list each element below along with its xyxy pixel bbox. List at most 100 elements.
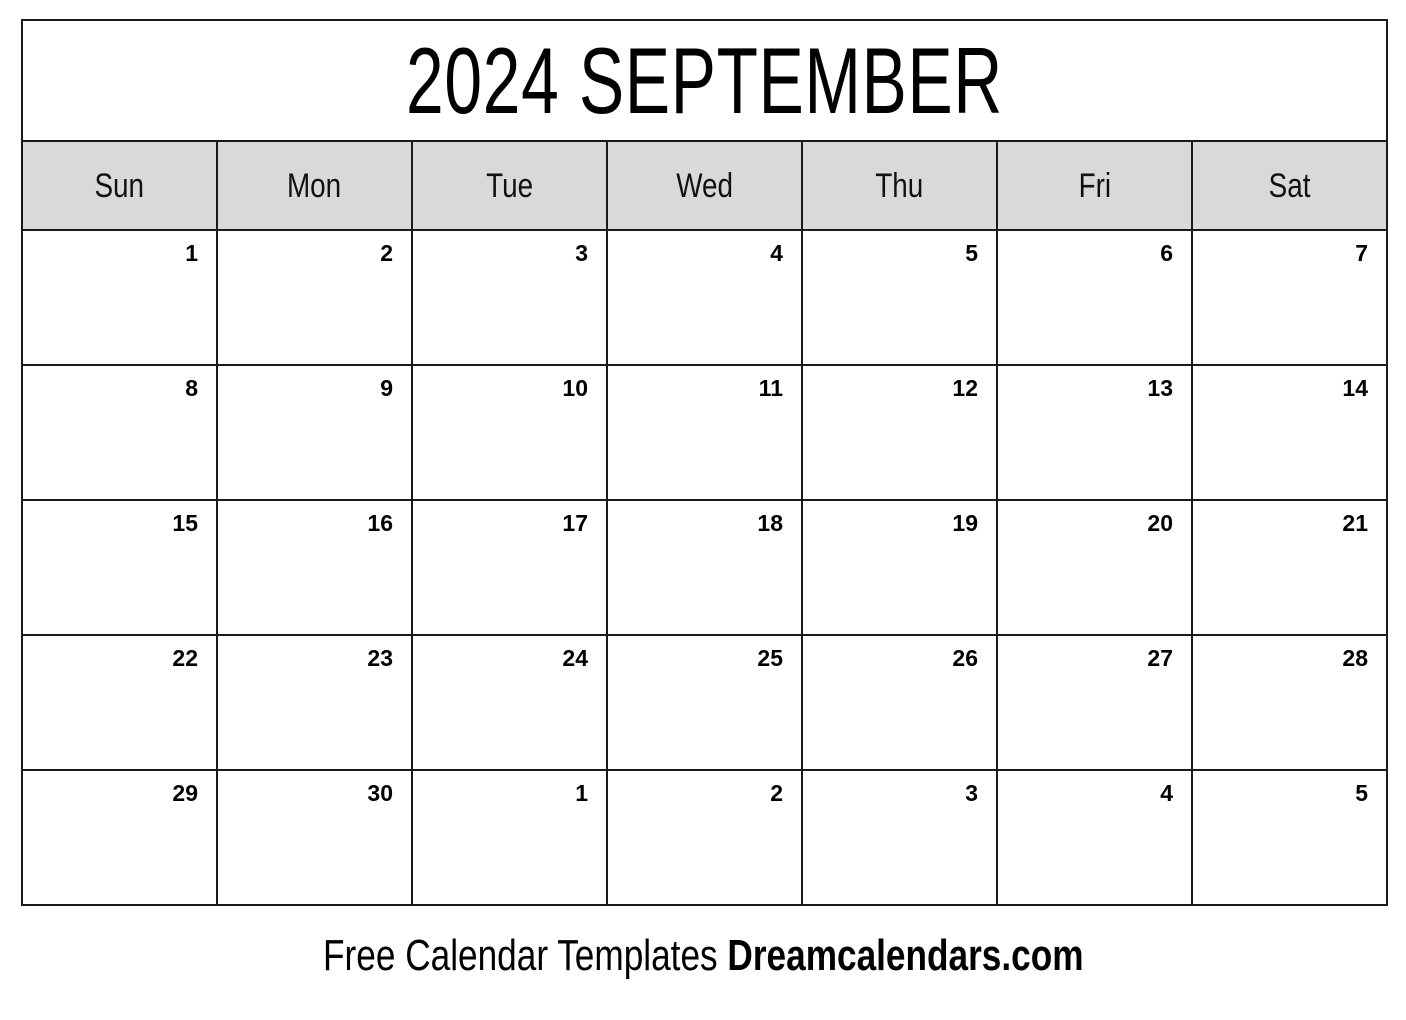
day-cell[interactable]: 5 — [801, 229, 998, 366]
day-cell[interactable]: 12 — [801, 364, 998, 501]
weekday-header-fri: Fri — [996, 140, 1193, 231]
calendar-week-row: 8 9 10 11 12 13 14 — [21, 364, 1388, 501]
footer-space — [717, 931, 727, 980]
weekday-label-fri: Fri — [1078, 166, 1111, 205]
day-cell[interactable]: 22 — [21, 634, 218, 771]
weekday-header-mon: Mon — [216, 140, 413, 231]
day-cell[interactable]: 3 — [801, 769, 998, 906]
day-cell[interactable]: 9 — [216, 364, 413, 501]
day-cell[interactable]: 10 — [411, 364, 608, 501]
day-cell[interactable]: 1 — [411, 769, 608, 906]
weekday-header-thu: Thu — [801, 140, 998, 231]
day-number: 7 — [1355, 240, 1368, 266]
day-number: 17 — [562, 510, 588, 536]
weekday-header-sun: Sun — [21, 140, 218, 231]
day-cell[interactable]: 29 — [21, 769, 218, 906]
day-cell[interactable]: 18 — [606, 499, 803, 636]
weekday-label-thu: Thu — [875, 166, 924, 205]
day-number: 11 — [758, 375, 783, 401]
day-cell[interactable]: 16 — [216, 499, 413, 636]
day-cell[interactable]: 3 — [411, 229, 608, 366]
day-cell[interactable]: 8 — [21, 364, 218, 501]
day-number: 3 — [575, 240, 588, 266]
day-number: 14 — [1342, 375, 1368, 401]
day-number: 5 — [1355, 780, 1368, 806]
calendar-container: 2024 SEPTEMBER Sun Mon Tue Wed Thu Fri S… — [21, 19, 1388, 906]
day-cell[interactable]: 27 — [996, 634, 1193, 771]
day-number: 2 — [380, 240, 393, 266]
day-cell[interactable]: 1 — [21, 229, 218, 366]
day-number: 12 — [952, 375, 978, 401]
footer-tagline: Free Calendar Templates — [322, 931, 718, 980]
weekday-label-sun: Sun — [94, 166, 145, 205]
weekday-label-sat: Sat — [1268, 166, 1311, 205]
calendar-table: 2024 SEPTEMBER Sun Mon Tue Wed Thu Fri S… — [21, 19, 1388, 906]
weekday-label-mon: Mon — [287, 166, 342, 205]
day-number: 10 — [562, 375, 588, 401]
calendar-week-row: 29 30 1 2 3 4 5 — [21, 769, 1388, 906]
footer-line: Free Calendar Templates Dreamcalendars.c… — [322, 931, 1084, 980]
day-number: 30 — [367, 780, 393, 806]
day-number: 22 — [172, 645, 198, 671]
day-number: 24 — [562, 645, 588, 671]
calendar-body: 2024 SEPTEMBER Sun Mon Tue Wed Thu Fri S… — [21, 19, 1388, 906]
day-cell[interactable]: 11 — [606, 364, 803, 501]
day-cell[interactable]: 28 — [1191, 634, 1388, 771]
calendar-title-row: 2024 SEPTEMBER — [21, 19, 1388, 142]
day-cell[interactable]: 19 — [801, 499, 998, 636]
day-cell[interactable]: 7 — [1191, 229, 1388, 366]
day-number: 23 — [367, 645, 393, 671]
calendar-week-row: 22 23 24 25 26 27 28 — [21, 634, 1388, 771]
day-cell[interactable]: 26 — [801, 634, 998, 771]
day-number: 19 — [952, 510, 978, 536]
day-cell[interactable]: 15 — [21, 499, 218, 636]
day-cell[interactable]: 20 — [996, 499, 1193, 636]
day-cell[interactable]: 23 — [216, 634, 413, 771]
calendar-week-row: 15 16 17 18 19 20 21 — [21, 499, 1388, 636]
day-number: 25 — [757, 645, 783, 671]
day-number: 27 — [1147, 645, 1173, 671]
day-cell[interactable]: 4 — [606, 229, 803, 366]
day-cell[interactable]: 13 — [996, 364, 1193, 501]
day-cell[interactable]: 2 — [606, 769, 803, 906]
calendar-title-cell: 2024 SEPTEMBER — [21, 19, 1388, 142]
calendar-page: 2024 SEPTEMBER Sun Mon Tue Wed Thu Fri S… — [0, 0, 1406, 1020]
day-number: 6 — [1160, 240, 1173, 266]
weekday-header-wed: Wed — [606, 140, 803, 231]
weekday-label-wed: Wed — [676, 166, 733, 205]
day-number: 13 — [1147, 375, 1173, 401]
day-cell[interactable]: 4 — [996, 769, 1193, 906]
weekday-header-tue: Tue — [411, 140, 608, 231]
day-number: 2 — [770, 780, 783, 806]
calendar-week-row: 1 2 3 4 5 6 7 — [21, 229, 1388, 366]
day-cell[interactable]: 5 — [1191, 769, 1388, 906]
day-cell[interactable]: 24 — [411, 634, 608, 771]
day-cell[interactable]: 21 — [1191, 499, 1388, 636]
day-cell[interactable]: 14 — [1191, 364, 1388, 501]
day-number: 4 — [770, 240, 783, 266]
day-number: 18 — [757, 510, 783, 536]
day-cell[interactable]: 25 — [606, 634, 803, 771]
footer: Free Calendar Templates Dreamcalendars.c… — [0, 931, 1406, 980]
day-cell[interactable]: 2 — [216, 229, 413, 366]
weekday-header-sat: Sat — [1191, 140, 1388, 231]
weekday-header-row: Sun Mon Tue Wed Thu Fri Sat — [21, 140, 1388, 231]
day-number: 8 — [185, 375, 198, 401]
footer-brand: Dreamcalendars.com — [727, 931, 1084, 980]
day-number: 1 — [185, 240, 198, 266]
day-number: 20 — [1147, 510, 1173, 536]
day-cell[interactable]: 6 — [996, 229, 1193, 366]
day-number: 28 — [1342, 645, 1368, 671]
page-title: 2024 SEPTEMBER — [406, 27, 1003, 133]
day-number: 9 — [380, 375, 393, 401]
day-cell[interactable]: 30 — [216, 769, 413, 906]
day-number: 16 — [367, 510, 393, 536]
day-number: 4 — [1160, 780, 1173, 806]
day-number: 3 — [965, 780, 978, 806]
day-cell[interactable]: 17 — [411, 499, 608, 636]
weekday-label-tue: Tue — [485, 166, 533, 205]
day-number: 15 — [172, 510, 198, 536]
day-number: 1 — [575, 780, 588, 806]
day-number: 29 — [172, 780, 198, 806]
day-number: 21 — [1342, 510, 1368, 536]
